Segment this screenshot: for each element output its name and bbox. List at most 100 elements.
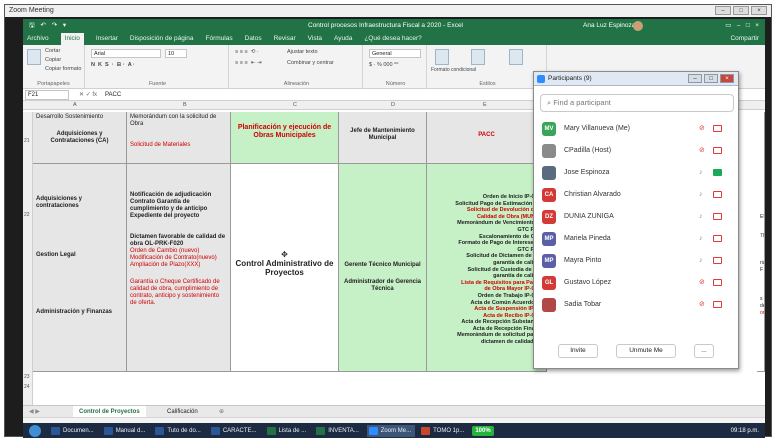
mic-icon[interactable]: ♪ [699, 191, 706, 199]
cell-d21[interactable]: Jefe de Mantenimiento Municipal [339, 112, 427, 164]
tab-archivo[interactable]: Archivo [27, 33, 49, 45]
mic-icon[interactable]: ♪ [699, 257, 706, 265]
tab-disposicion[interactable]: Disposición de página [130, 33, 194, 45]
participant-row[interactable]: MP Mariela Pineda ♪ [534, 228, 738, 250]
close-button[interactable]: × [751, 6, 767, 15]
tab-datos[interactable]: Datos [245, 33, 262, 45]
cell-c22[interactable]: ✥ Control Administrativo de Proyectos [231, 164, 339, 372]
user-name[interactable]: Ana Luz Espinoza [583, 19, 635, 33]
name-box[interactable]: F21 [25, 90, 69, 100]
conditional-format-button[interactable]: Formato condicional [431, 67, 476, 73]
align-buttons[interactable]: ≡ ≡ ≡ ⟲ · [235, 49, 259, 55]
column-header-e[interactable]: E [483, 102, 487, 108]
invite-button[interactable]: Invite [558, 344, 598, 358]
taskbar-app-word[interactable]: Documen... [49, 425, 98, 437]
cell-e21[interactable]: PACC [427, 112, 547, 164]
maximize-button[interactable]: □ [704, 74, 718, 83]
maximize-button[interactable]: □ [733, 6, 749, 15]
cut-button[interactable]: Cortar [45, 48, 60, 54]
video-off-icon[interactable] [713, 279, 722, 286]
undo-icon[interactable]: ↶ [40, 19, 45, 33]
bold-button[interactable]: N K S · ⊞ · A · [91, 62, 135, 68]
participant-row[interactable]: CA Christian Alvarado ♪ [534, 184, 738, 206]
cell-a22[interactable]: Adquisiciones y contrataciones Gestion L… [33, 164, 127, 372]
taskbar-app-word[interactable]: Tuto de do... [153, 425, 204, 437]
format-table-icon[interactable] [471, 49, 485, 65]
format-painter-button[interactable]: Copiar formato [45, 66, 81, 72]
close-button[interactable]: × [720, 74, 734, 83]
cell-b22[interactable]: Notificación de adjudicación Contrato Ga… [127, 164, 231, 372]
more-options-button[interactable]: ... [694, 344, 714, 358]
participant-row[interactable]: Jose Espinoza ♪ [534, 162, 738, 184]
cell-styles-icon[interactable] [509, 49, 523, 65]
redo-icon[interactable]: ↷ [52, 19, 57, 33]
tab-revisar[interactable]: Revisar [274, 33, 296, 45]
cell-a21[interactable]: Desarrollo Sostenimiento Adquisiciones y… [33, 112, 127, 164]
number-format-select[interactable]: General [369, 49, 421, 58]
video-off-icon[interactable] [713, 191, 722, 198]
tell-me-search[interactable]: ¿Qué desea hacer? [364, 33, 421, 45]
taskbar-app-word[interactable]: CARACTE... [209, 425, 261, 437]
video-off-icon[interactable] [713, 125, 722, 132]
number-format-buttons[interactable]: $ · % 000 ⁰⁰ [369, 62, 398, 68]
cell-b21[interactable]: Memorándum con la solicitud de Obra Soli… [127, 112, 231, 164]
mic-muted-icon[interactable]: ⊘ [699, 125, 706, 133]
column-header-a[interactable]: A [73, 102, 77, 108]
font-size-select[interactable]: 10 [165, 49, 187, 58]
taskbar-app-ppt[interactable]: TOMO 1p... [419, 425, 468, 437]
start-button[interactable] [29, 424, 41, 437]
participant-row[interactable]: MP Mayra Pinto ♪ [534, 250, 738, 272]
mic-muted-icon[interactable]: ⊘ [699, 147, 706, 155]
save-icon[interactable]: 🖫 [29, 19, 35, 33]
copy-button[interactable]: Copiar [45, 57, 61, 63]
taskbar-app-excel[interactable]: Lista de ... [265, 425, 311, 437]
tab-insertar[interactable]: Insertar [96, 33, 118, 45]
system-clock[interactable]: 09:18 p.m. [731, 428, 759, 434]
battery-indicator[interactable]: 100% [472, 425, 494, 436]
video-off-icon[interactable] [713, 147, 722, 154]
minimize-button[interactable]: – [688, 74, 702, 83]
mic-icon[interactable]: ♪ [699, 235, 706, 243]
user-avatar[interactable] [633, 21, 643, 31]
participant-row[interactable]: DZ DUNIA ZUNIGA ♪ [534, 206, 738, 228]
row-number[interactable]: 24 [24, 384, 30, 390]
taskbar-app-excel[interactable]: INVENTA... [314, 425, 363, 437]
video-off-icon[interactable] [713, 257, 722, 264]
participant-search-input[interactable]: ⌕ Find a participant [540, 94, 734, 112]
participant-row[interactable]: GL Gustavo López ⊘ [534, 272, 738, 294]
fx-icon[interactable]: ✕ ✓ fx [79, 89, 97, 101]
video-off-icon[interactable] [713, 301, 722, 308]
formula-input[interactable]: PACC [105, 89, 121, 101]
row-number[interactable]: 23 [24, 374, 30, 380]
cell-f-partial[interactable]: EUP 7001 rial F s de orme [757, 112, 765, 372]
font-name-select[interactable]: Arial [91, 49, 161, 58]
tab-inicio[interactable]: Inicio [60, 33, 84, 45]
tab-formulas[interactable]: Fórmulas [206, 33, 233, 45]
participant-row[interactable]: Sadia Tobar ⊘ [534, 294, 738, 316]
share-button[interactable]: Compartir [730, 33, 759, 45]
mic-icon[interactable]: ♪ [699, 213, 706, 221]
participant-row[interactable]: MV Mary Villanueva (Me) ⊘ [534, 118, 738, 140]
row-number[interactable]: 21 [24, 138, 30, 144]
wrap-text-button[interactable]: Ajustar texto [287, 49, 318, 55]
tab-ayuda[interactable]: Ayuda [334, 33, 352, 45]
conditional-format-icon[interactable] [435, 49, 449, 65]
cell-c21[interactable]: Planificación y ejecución de Obras Munic… [231, 112, 339, 164]
taskbar-app-zoom[interactable]: Zoom Me... [366, 424, 416, 437]
merge-center-button[interactable]: Combinar y centrar [287, 60, 334, 66]
row-number[interactable]: 22 [24, 212, 30, 218]
column-header-d[interactable]: D [391, 102, 395, 108]
tab-vista[interactable]: Vista [308, 33, 322, 45]
column-header-b[interactable]: B [183, 102, 187, 108]
mic-muted-icon[interactable]: ⊘ [699, 301, 706, 309]
participant-row[interactable]: CPadilla (Host) ⊘ [534, 140, 738, 162]
video-on-icon[interactable] [713, 169, 722, 176]
paste-icon[interactable] [27, 49, 41, 65]
excel-window-controls[interactable]: ▭ – □ × [725, 19, 759, 33]
cell-d22[interactable]: Gerente Técnico Municipal Administrador … [339, 164, 427, 372]
mic-muted-icon[interactable]: ⊘ [699, 279, 706, 287]
align-buttons-2[interactable]: ≡ ≡ ≡ ⇤ ⇥ [235, 60, 262, 66]
minimize-button[interactable]: – [715, 6, 731, 15]
customize-chevron-icon[interactable]: ▾ [63, 19, 66, 33]
video-off-icon[interactable] [713, 213, 722, 220]
